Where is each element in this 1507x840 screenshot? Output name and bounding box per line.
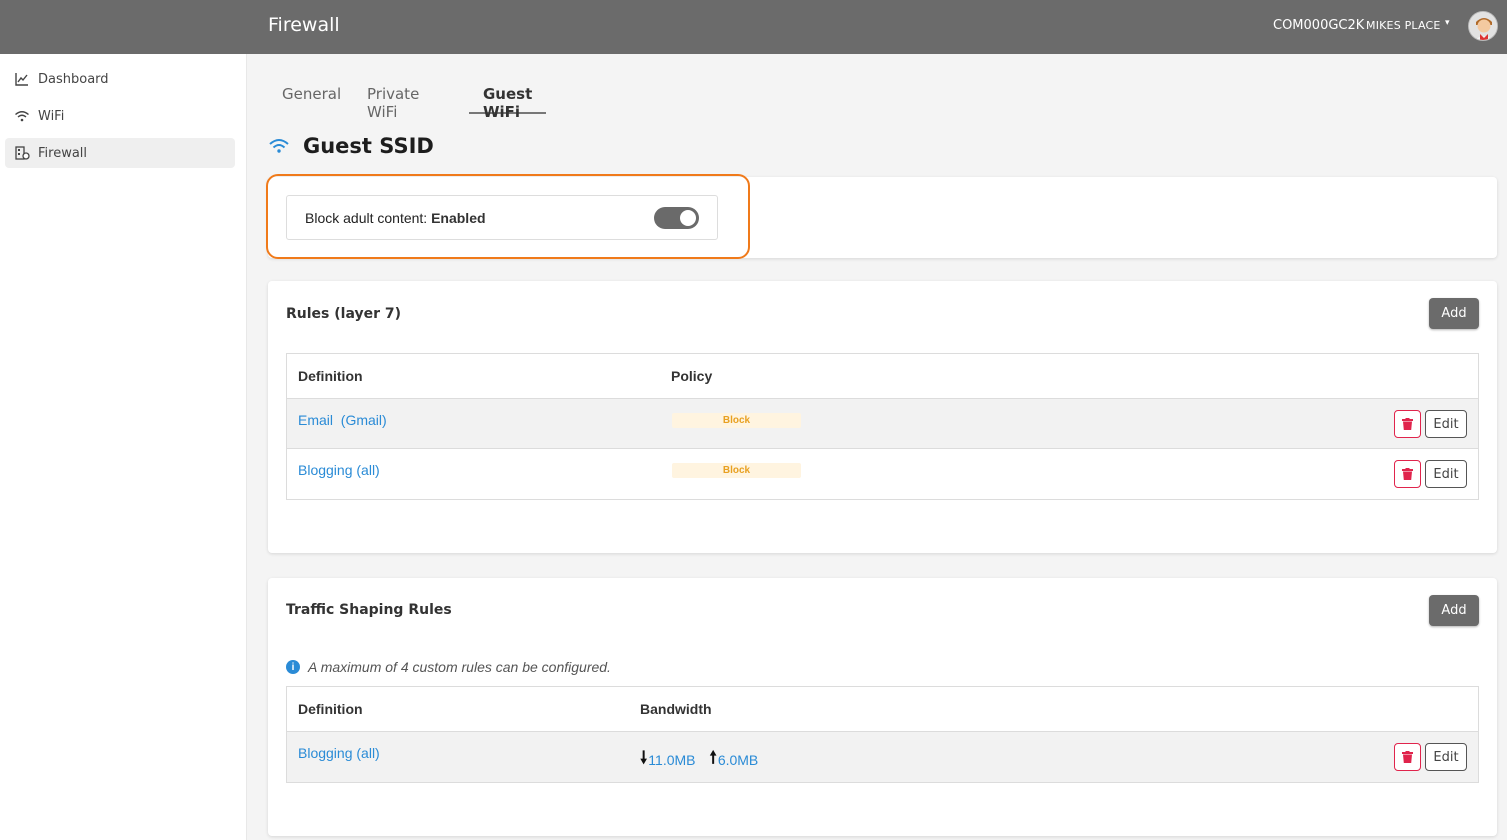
table-row: Blogging (all) 🠗 11.0MB 🠕 6.0MB Edit	[287, 732, 1478, 782]
edit-button[interactable]: Edit	[1425, 743, 1467, 771]
column-header-bandwidth: Bandwidth	[640, 701, 712, 717]
brand-area	[0, 0, 247, 54]
edit-button[interactable]: Edit	[1425, 460, 1467, 488]
traffic-shaping-table: Definition Bandwidth Blogging (all) 🠗 11…	[286, 686, 1479, 783]
adult-content-label: Block adult content: Enabled	[305, 210, 486, 226]
rules-l7-title: Rules (layer 7)	[286, 306, 402, 322]
rule-definition-link[interactable]: Blogging (all)	[298, 462, 380, 478]
wifi-icon	[269, 139, 289, 153]
column-header-definition: Definition	[298, 701, 363, 717]
delete-button[interactable]	[1394, 743, 1421, 771]
policy-badge: Block	[672, 413, 801, 428]
bandwidth-value: 🠗 11.0MB 🠕 6.0MB	[640, 745, 758, 774]
adult-content-toggle[interactable]	[654, 207, 699, 229]
arrow-up-icon: 🠕	[709, 748, 717, 767]
user-avatar-icon	[1469, 12, 1497, 40]
sidebar-item-label: Dashboard	[38, 71, 109, 87]
page-title: Guest SSID	[303, 134, 434, 158]
rule-definition-link[interactable]: Email (Gmail)	[298, 412, 387, 428]
upload-bandwidth: 6.0MB	[717, 751, 759, 768]
column-header-policy: Policy	[671, 368, 713, 384]
tab-private-wifi[interactable]: Private WiFi	[353, 78, 433, 121]
delete-button[interactable]	[1394, 460, 1421, 488]
trash-icon	[1402, 468, 1413, 480]
table-header: Definition Bandwidth	[287, 687, 1478, 732]
edit-button[interactable]: Edit	[1425, 410, 1467, 438]
column-header-definition: Definition	[298, 368, 363, 384]
adult-content-status: Enabled	[431, 210, 486, 226]
sidebar-item-firewall[interactable]: Firewall	[5, 138, 235, 168]
sidebar-item-label: WiFi	[38, 108, 65, 124]
adult-content-setting: Block adult content: Enabled	[286, 195, 718, 240]
ssid-heading: Guest SSID	[268, 134, 434, 158]
traffic-shaping-title: Traffic Shaping Rules	[286, 602, 452, 618]
chevron-down-icon[interactable]: ▾	[1445, 17, 1450, 28]
sidebar-item-dashboard[interactable]: Dashboard	[5, 64, 235, 94]
table-header: Definition Policy	[287, 354, 1478, 399]
tab-general[interactable]: General	[268, 78, 355, 114]
info-icon: i	[286, 660, 300, 674]
chart-line-icon	[14, 71, 30, 87]
policy-badge: Block	[672, 463, 801, 478]
place-selector[interactable]: MIKES PLACE	[1366, 19, 1441, 32]
sidebar: Dashboard WiFi Firewall	[0, 54, 247, 840]
delete-button[interactable]	[1394, 410, 1421, 438]
info-message: i A maximum of 4 custom rules can be con…	[286, 659, 611, 675]
wifi-icon	[14, 108, 30, 124]
rule-definition-link[interactable]: Blogging (all)	[298, 745, 380, 761]
add-traffic-rule-button[interactable]: Add	[1429, 595, 1479, 626]
download-bandwidth: 11.0MB	[648, 751, 696, 768]
device-id: COM000GC2K	[1273, 18, 1365, 33]
add-rule-button[interactable]: Add	[1429, 298, 1479, 329]
info-text: A maximum of 4 custom rules can be confi…	[308, 659, 611, 675]
top-bar: Firewall COM000GC2K MIKES PLACE ▾	[0, 0, 1507, 54]
rules-l7-table: Definition Policy Email (Gmail) Block Ed…	[286, 353, 1479, 500]
page-header-title: Firewall	[268, 14, 340, 36]
avatar[interactable]	[1468, 11, 1498, 41]
tab-guest-wifi[interactable]: Guest WiFi	[469, 78, 547, 121]
sidebar-item-wifi[interactable]: WiFi	[5, 101, 235, 131]
firewall-icon	[14, 145, 30, 161]
sidebar-item-label: Firewall	[38, 145, 88, 161]
trash-icon	[1402, 751, 1413, 763]
trash-icon	[1402, 418, 1413, 430]
table-row: Blogging (all) Block Edit	[287, 449, 1478, 499]
table-row: Email (Gmail) Block Edit	[287, 399, 1478, 449]
arrow-down-icon: 🠗	[640, 748, 648, 767]
toggle-knob	[680, 210, 696, 226]
